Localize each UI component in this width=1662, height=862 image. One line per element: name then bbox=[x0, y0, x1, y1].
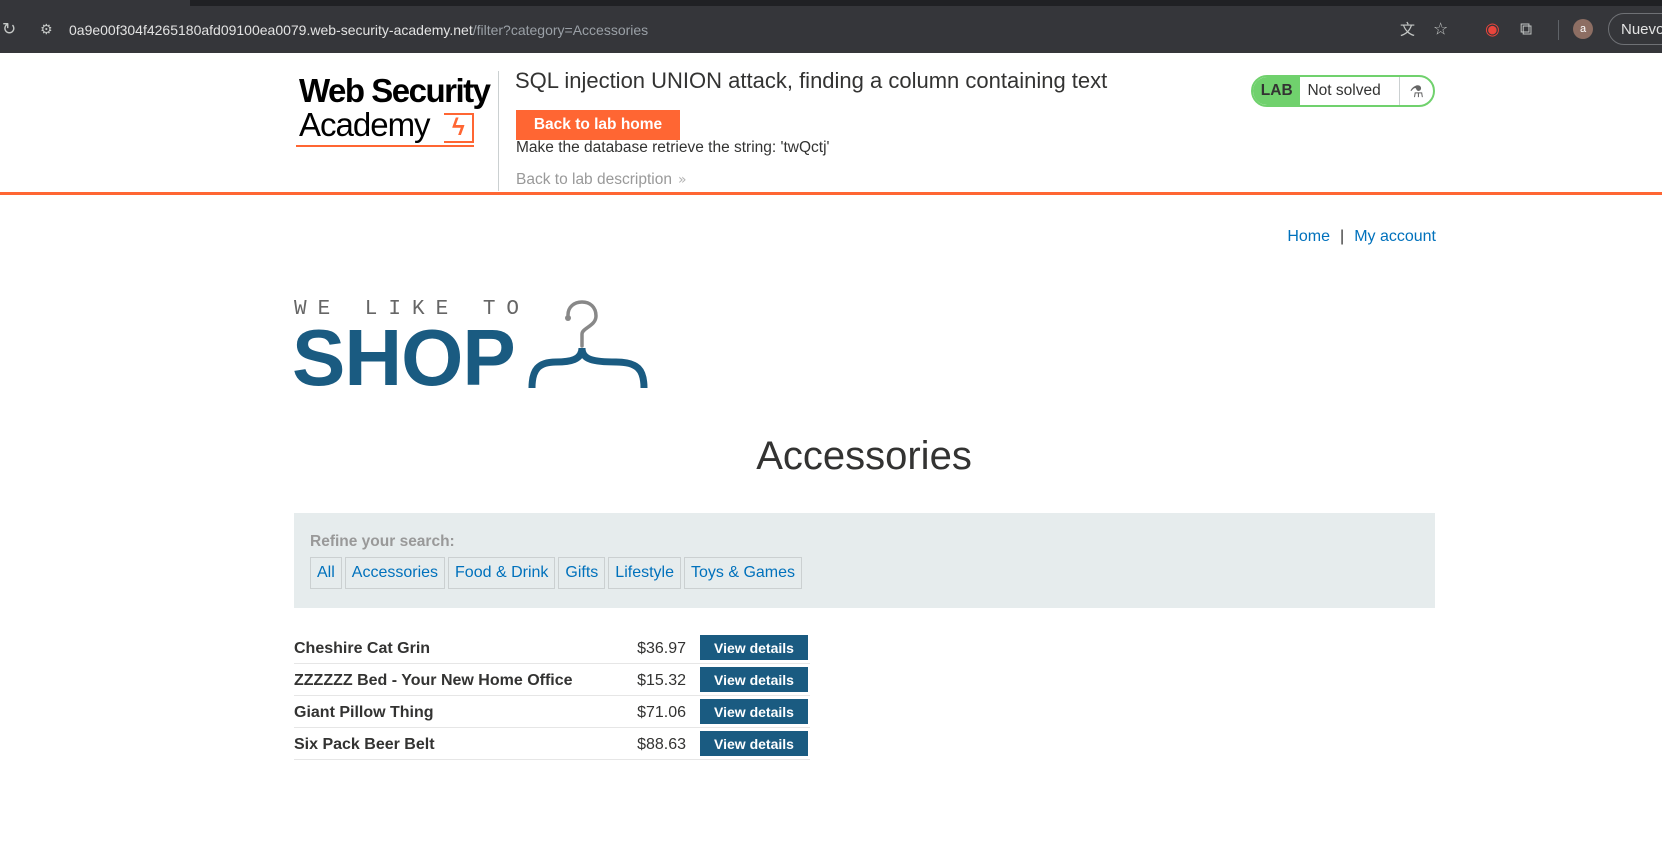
filter-gifts[interactable]: Gifts bbox=[558, 557, 606, 589]
lab-title: SQL injection UNION attack, finding a co… bbox=[515, 68, 1108, 93]
top-nav: Home | My account bbox=[1287, 228, 1436, 246]
filter-lifestyle[interactable]: Lifestyle bbox=[608, 557, 681, 589]
table-row: Cheshire Cat Grin $36.97 View details bbox=[294, 632, 810, 664]
logo-underline bbox=[296, 145, 474, 147]
url-host: 0a9e00f304f4265180afd09100ea0079.web-sec… bbox=[69, 21, 473, 38]
hanger-icon bbox=[528, 300, 648, 389]
extensions-puzzle-icon[interactable]: ⧉ bbox=[1520, 21, 1532, 38]
table-row: Giant Pillow Thing $71.06 View details bbox=[294, 696, 810, 728]
logo-line-1: Web Security bbox=[299, 72, 491, 109]
view-details-button[interactable]: View details bbox=[700, 699, 808, 724]
double-chevron-right-icon: » bbox=[677, 172, 687, 188]
lab-goal-text: Make the database retrieve the string: '… bbox=[516, 139, 830, 156]
filter-accessories[interactable]: Accessories bbox=[344, 557, 446, 589]
back-to-lab-description-label: Back to lab description bbox=[516, 171, 672, 188]
shop-logo: WE LIKE TO SHOP bbox=[292, 298, 654, 398]
product-table: Cheshire Cat Grin $36.97 View details ZZ… bbox=[294, 632, 810, 760]
nav-my-account-link[interactable]: My account bbox=[1354, 228, 1436, 245]
view-details-button[interactable]: View details bbox=[700, 635, 808, 660]
toolbar-separator bbox=[1558, 20, 1559, 40]
filter-all[interactable]: All bbox=[310, 557, 342, 589]
extension-warning-icon[interactable]: ◉ bbox=[1485, 21, 1500, 38]
site-settings-icon[interactable]: ⚙ bbox=[40, 23, 53, 37]
lab-status-text: Not solved bbox=[1307, 82, 1381, 99]
filter-toys-and-games[interactable]: Toys & Games bbox=[684, 557, 803, 589]
page-title: Accessories bbox=[756, 434, 972, 478]
header-divider bbox=[498, 71, 499, 191]
nav-separator: | bbox=[1340, 228, 1345, 245]
product-name: Six Pack Beer Belt bbox=[294, 736, 435, 753]
filter-food-and-drink[interactable]: Food & Drink bbox=[448, 557, 556, 589]
profile-avatar[interactable]: a bbox=[1573, 19, 1593, 39]
product-name: Giant Pillow Thing bbox=[294, 704, 434, 721]
filter-label: Refine your search: bbox=[310, 533, 455, 550]
shop-logo-word: SHOP bbox=[292, 313, 516, 402]
view-details-button[interactable]: View details bbox=[700, 667, 808, 692]
product-price: $71.06 bbox=[637, 704, 686, 721]
filter-panel: Refine your search: All Accessories Food… bbox=[294, 513, 1435, 608]
back-to-lab-home-button[interactable]: Back to lab home bbox=[516, 110, 680, 140]
translate-icon[interactable]: 文 bbox=[1400, 22, 1415, 37]
web-security-academy-logo[interactable]: Web Security Academy ϟ bbox=[296, 73, 496, 151]
lightning-icon: ϟ bbox=[452, 114, 465, 141]
address-bar[interactable]: 0a9e00f304f4265180afd09100ea0079.web-sec… bbox=[69, 22, 648, 38]
lab-tag: LAB bbox=[1253, 77, 1301, 105]
product-name: Cheshire Cat Grin bbox=[294, 640, 431, 657]
view-details-button[interactable]: View details bbox=[700, 731, 808, 756]
product-price: $88.63 bbox=[637, 736, 686, 753]
logo-line-2: Academy bbox=[299, 106, 431, 143]
url-path: /filter?category=Accessories bbox=[472, 21, 649, 38]
bookmark-star-icon[interactable]: ☆ bbox=[1433, 21, 1448, 38]
product-price: $15.32 bbox=[637, 672, 686, 689]
reload-icon[interactable]: ↻ bbox=[2, 21, 16, 38]
lab-header: Web Security Academy ϟ SQL injection UNI… bbox=[0, 53, 1662, 195]
table-row: ZZZZZZ Bed - Your New Home Office $15.32… bbox=[294, 664, 810, 696]
profile-button[interactable]: Nuevo bbox=[1608, 13, 1662, 45]
flask-icon: ⚗ bbox=[1399, 77, 1433, 105]
lab-status-badge: LAB Not solved ⚗ bbox=[1251, 75, 1435, 107]
product-name: ZZZZZZ Bed - Your New Home Office bbox=[294, 672, 573, 689]
product-price: $36.97 bbox=[637, 640, 686, 657]
nav-home-link[interactable]: Home bbox=[1287, 228, 1330, 245]
category-filters: All Accessories Food & Drink Gifts Lifes… bbox=[310, 557, 803, 589]
browser-toolbar: ↻ ⚙ 0a9e00f304f4265180afd09100ea0079.web… bbox=[0, 6, 1662, 53]
table-row: Six Pack Beer Belt $88.63 View details bbox=[294, 728, 810, 760]
back-to-lab-description-link[interactable]: Back to lab description » bbox=[516, 171, 687, 189]
